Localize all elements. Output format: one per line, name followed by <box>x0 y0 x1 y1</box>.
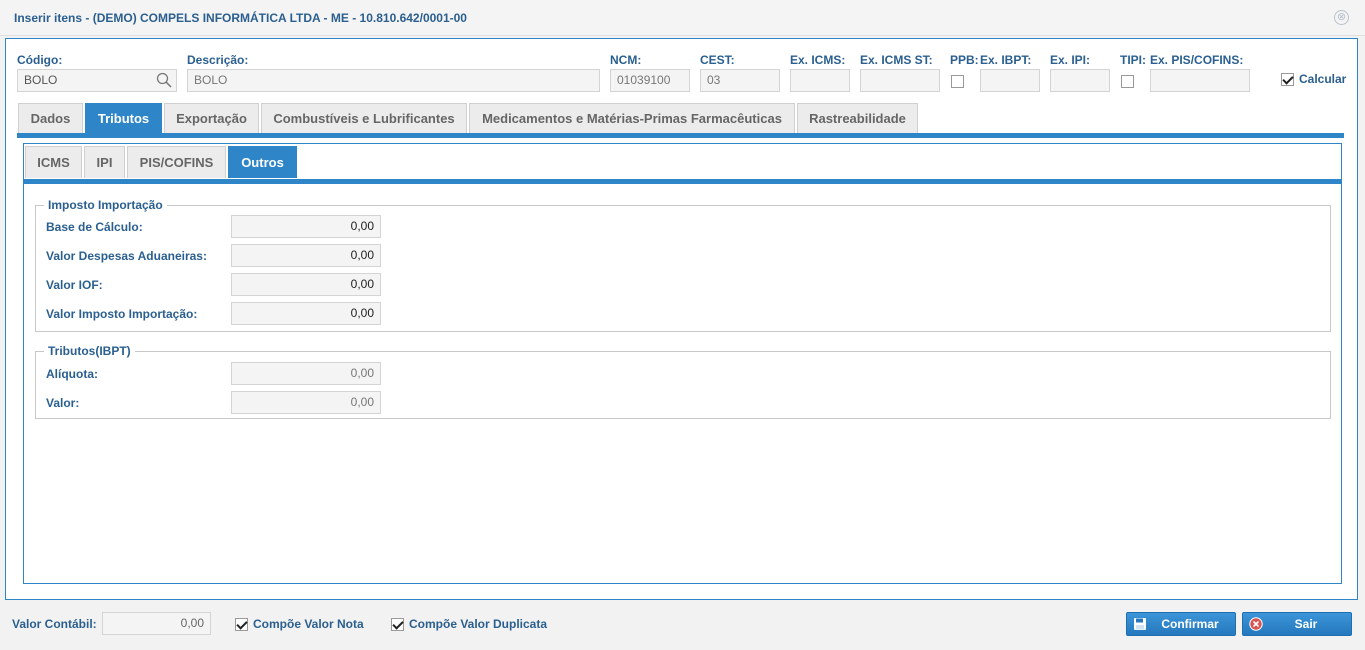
ppb-checkbox[interactable] <box>951 75 964 88</box>
title-bar: Inserir itens - (DEMO) COMPELS INFORMÁTI… <box>0 0 1365 36</box>
calcular-label: Calcular <box>1299 72 1347 86</box>
base-calculo-input[interactable]: 0,00 <box>231 215 381 238</box>
descricao-input[interactable]: BOLO <box>187 69 600 92</box>
cest-input[interactable]: 03 <box>700 69 780 92</box>
valor-iof-input[interactable]: 0,00 <box>231 273 381 296</box>
ex-icms-st-label: Ex. ICMS ST: <box>860 53 933 67</box>
window-title: Inserir itens - (DEMO) COMPELS INFORMÁTI… <box>14 11 467 25</box>
compoe-valor-duplicata-label: Compõe Valor Duplicata <box>409 617 548 631</box>
valor-label: Valor: <box>46 396 80 410</box>
calcular-checkbox[interactable] <box>1281 73 1294 86</box>
valor-contabil-label: Valor Contábil: <box>12 617 97 631</box>
valor-imposto-importacao-label: Valor Imposto Importação: <box>46 307 198 321</box>
sair-button[interactable]: Sair <box>1242 612 1352 636</box>
imposto-importacao-legend: Imposto Importação <box>44 198 167 212</box>
compoe-valor-duplicata-checkbox[interactable] <box>391 618 404 631</box>
ppb-label: PPB: <box>950 53 979 67</box>
tabs-underline <box>17 133 1344 138</box>
tab-tributos[interactable]: Tributos <box>85 103 162 133</box>
search-icon[interactable] <box>156 72 172 88</box>
subtab-outros[interactable]: Outros <box>228 146 297 178</box>
valor-contabil-input[interactable]: 0,00 <box>102 612 211 635</box>
valor-input[interactable]: 0,00 <box>231 391 381 414</box>
valor-iof-label: Valor IOF: <box>46 278 103 292</box>
ex-ibpt-label: Ex. IBPT: <box>980 53 1032 67</box>
imposto-importacao-group: Imposto Importação Base de Cálculo: 0,00… <box>35 198 1331 332</box>
tab-combustiveis[interactable]: Combustíveis e Lubrificantes <box>261 103 467 133</box>
tab-medicamentos[interactable]: Medicamentos e Matérias-Primas Farmacêut… <box>469 103 795 133</box>
sair-label: Sair <box>1294 617 1318 631</box>
descricao-label: Descrição: <box>187 53 249 67</box>
tributos-content: ICMS IPI PIS/COFINS Outros Imposto Impor… <box>23 143 1342 584</box>
ncm-input[interactable]: 01039100 <box>610 69 690 92</box>
base-calculo-label: Base de Cálculo: <box>46 220 143 234</box>
aliquota-label: Alíquota: <box>46 367 98 381</box>
ex-icms-label: Ex. ICMS: <box>790 53 846 67</box>
tributos-ibpt-group: Tributos(IBPT) Alíquota: 0,00 Valor: 0,0… <box>35 344 1331 419</box>
ex-pis-cofins-input[interactable] <box>1150 69 1250 92</box>
footer-bar: Valor Contábil: 0,00 Compõe Valor Nota C… <box>0 602 1365 650</box>
confirmar-label: Confirmar <box>1161 617 1219 631</box>
tab-rastreabilidade[interactable]: Rastreabilidade <box>797 103 918 133</box>
valor-imposto-importacao-input[interactable]: 0,00 <box>231 302 381 325</box>
subtab-icms[interactable]: ICMS <box>25 146 82 178</box>
confirmar-button[interactable]: Confirmar <box>1126 612 1236 636</box>
despesas-aduaneiras-input[interactable]: 0,00 <box>231 244 381 267</box>
codigo-input[interactable]: BOLO <box>17 69 177 92</box>
tipi-checkbox[interactable] <box>1121 75 1134 88</box>
subtab-pis-cofins[interactable]: PIS/COFINS <box>127 146 226 178</box>
subtab-ipi[interactable]: IPI <box>84 146 125 178</box>
main-panel: Código: BOLO Descrição: BOLO NCM: 010391… <box>5 38 1358 600</box>
codigo-label: Código: <box>17 53 63 67</box>
ex-ibpt-input[interactable] <box>980 69 1040 92</box>
tipi-label: TIPI: <box>1120 53 1146 67</box>
tab-dados[interactable]: Dados <box>18 103 83 133</box>
close-icon[interactable]: ⊗ <box>1334 10 1349 25</box>
ex-icms-input[interactable] <box>790 69 850 92</box>
ex-icms-st-input[interactable] <box>860 69 940 92</box>
despesas-aduaneiras-label: Valor Despesas Aduaneiras: <box>46 249 207 263</box>
compoe-valor-nota-checkbox[interactable] <box>235 618 248 631</box>
cest-label: CEST: <box>700 53 735 67</box>
subtabs-underline <box>24 179 1341 184</box>
ex-pis-cofins-label: Ex. PIS/COFINS: <box>1150 53 1244 67</box>
tab-exportacao[interactable]: Exportação <box>164 103 259 133</box>
aliquota-input[interactable]: 0,00 <box>231 362 381 385</box>
compoe-valor-nota-label: Compõe Valor Nota <box>253 617 364 631</box>
ex-ipi-label: Ex. IPI: <box>1050 53 1091 67</box>
ex-ipi-input[interactable] <box>1050 69 1110 92</box>
tributos-ibpt-legend: Tributos(IBPT) <box>44 344 135 358</box>
ncm-label: NCM: <box>610 53 642 67</box>
